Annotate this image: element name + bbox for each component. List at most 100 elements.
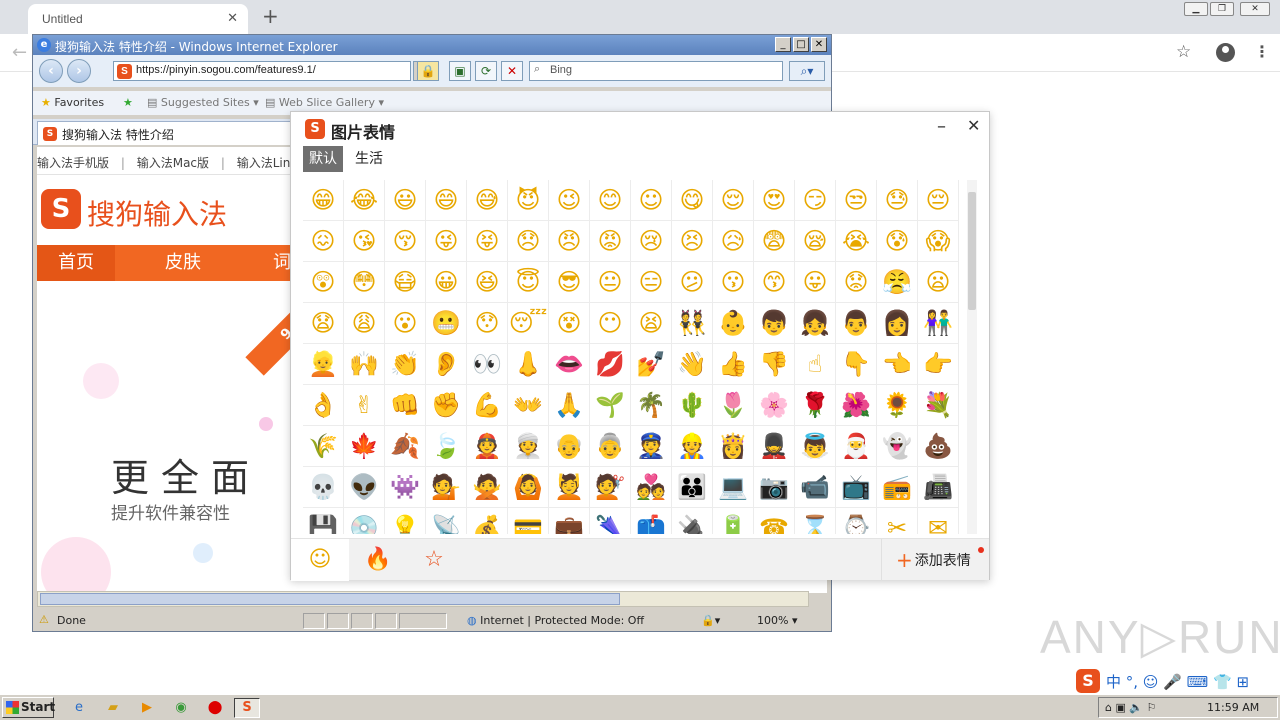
emoji-cell[interactable]: 👏 [385, 344, 426, 385]
emoji-cell[interactable]: 😲 [303, 262, 344, 303]
emoji-cell[interactable]: 👍 [713, 344, 754, 385]
emoji-cell[interactable]: 👪 [672, 467, 713, 508]
emoji-cell[interactable]: 😕 [672, 262, 713, 303]
emoji-cell[interactable]: 👄 [549, 344, 590, 385]
chrome-close-button[interactable]: ✕ [1240, 2, 1270, 16]
add-emoji-button[interactable]: + 添加表情 [881, 539, 989, 581]
emoji-cell[interactable]: 😚 [385, 221, 426, 262]
emoji-cell[interactable]: 💪 [467, 385, 508, 426]
emoji-cell[interactable]: 👸 [713, 426, 754, 467]
emoji-cell[interactable]: 😦 [918, 262, 959, 303]
emoji-cell[interactable]: 😤 [877, 262, 918, 303]
web-slice-gallery-link[interactable]: ▤ Web Slice Gallery ▾ [265, 96, 384, 109]
emoji-cell[interactable]: 📠 [918, 467, 959, 508]
emoji-cell[interactable]: 😰 [877, 221, 918, 262]
emoji-cell[interactable]: 💀 [303, 467, 344, 508]
emoji-cell[interactable]: 👾 [385, 467, 426, 508]
emoji-cell[interactable]: 😓 [877, 180, 918, 221]
emoji-cell[interactable]: ✌ [344, 385, 385, 426]
emoji-cell[interactable]: 💩 [918, 426, 959, 467]
emoji-cell[interactable]: 📺 [836, 467, 877, 508]
emoji-cell[interactable]: 🌾 [303, 426, 344, 467]
emoji-cell[interactable]: 😷 [385, 262, 426, 303]
emoji-cell[interactable]: 😙 [754, 262, 795, 303]
emoji-cell[interactable]: 💼 [549, 508, 590, 534]
emoji-cell[interactable]: 😟 [836, 262, 877, 303]
emoji-cell[interactable]: 👂 [426, 344, 467, 385]
ie-back-icon[interactable]: ‹ [39, 59, 63, 83]
emoji-cell[interactable]: 🙅 [467, 467, 508, 508]
emoji-cell[interactable]: 💿 [344, 508, 385, 534]
emoji-cell[interactable]: 💳 [508, 508, 549, 534]
nav-home-link[interactable]: 首页 [37, 245, 115, 281]
emoji-cell[interactable]: 👶 [713, 303, 754, 344]
emoji-cell[interactable]: 😳 [344, 262, 385, 303]
emoji-cell[interactable]: 😨 [754, 221, 795, 262]
emoji-cell[interactable]: 🌺 [836, 385, 877, 426]
emoji-cell[interactable]: 🌹 [795, 385, 836, 426]
emoji-cell[interactable]: 👇 [836, 344, 877, 385]
emoji-cell[interactable]: 😀 [426, 262, 467, 303]
emoji-cell[interactable]: ☎ [754, 508, 795, 534]
account-icon[interactable] [1216, 43, 1235, 62]
ie-minimize-button[interactable]: _ [775, 37, 791, 52]
emoji-cell[interactable]: 😈 [508, 180, 549, 221]
scrollbar-thumb[interactable] [40, 593, 620, 605]
emoji-cell[interactable]: 👊 [385, 385, 426, 426]
emoji-cell[interactable]: 👀 [467, 344, 508, 385]
emoji-cell[interactable]: 👳 [508, 426, 549, 467]
emoji-cell[interactable]: 😖 [303, 221, 344, 262]
explorer-folder-icon[interactable]: ▰ [100, 698, 126, 718]
emoji-cell[interactable]: 🍂 [385, 426, 426, 467]
emoji-cell[interactable]: 😍 [754, 180, 795, 221]
emoji-cell[interactable]: 💑 [631, 467, 672, 508]
ie-taskbar-icon[interactable]: e [66, 698, 92, 718]
emoji-cell[interactable]: 😗 [713, 262, 754, 303]
emoji-cell[interactable]: 😏 [795, 180, 836, 221]
emoji-cell[interactable]: 💅 [631, 344, 672, 385]
start-button[interactable]: Start [2, 697, 55, 718]
emoji-cell[interactable]: 😪 [795, 221, 836, 262]
emoji-cell[interactable]: 🎅 [836, 426, 877, 467]
add-favorite-icon[interactable]: ★ [123, 96, 133, 109]
horizontal-scrollbar[interactable] [37, 591, 809, 607]
emoji-cell[interactable]: 💾 [303, 508, 344, 534]
emoji-cell[interactable]: 😠 [549, 221, 590, 262]
emoji-cell[interactable]: 📡 [426, 508, 467, 534]
suggested-sites-link[interactable]: ▤ Suggested Sites ▾ [147, 96, 259, 109]
emoji-cell[interactable]: 👫 [918, 303, 959, 344]
chrome-minimize-button[interactable]: ▁ [1184, 2, 1208, 16]
emoji-cell[interactable]: 🍁 [344, 426, 385, 467]
smile-tab-icon[interactable]: ☺ [291, 539, 349, 581]
emoji-cell[interactable]: 💡 [385, 508, 426, 534]
emoji-cell[interactable]: 👐 [508, 385, 549, 426]
emoji-cell[interactable]: 👃 [508, 344, 549, 385]
sogou-ime-icon[interactable]: S [1076, 669, 1100, 693]
emoji-cell[interactable]: 🌴 [631, 385, 672, 426]
emoji-cell[interactable]: 😒 [836, 180, 877, 221]
emoji-cell[interactable]: 😘 [344, 221, 385, 262]
emoji-cell[interactable]: 🌂 [590, 508, 631, 534]
emoji-cell[interactable]: 💐 [918, 385, 959, 426]
emoji-cell[interactable]: 🌷 [713, 385, 754, 426]
emoji-cell[interactable]: 😧 [303, 303, 344, 344]
panel-minimize-button[interactable]: – [937, 116, 946, 137]
emoji-cell[interactable]: 👱 [303, 344, 344, 385]
ie-forward-icon[interactable]: › [67, 59, 91, 83]
compatibility-view-icon[interactable]: ▣ [449, 61, 471, 81]
emoji-cell[interactable]: 🙏 [549, 385, 590, 426]
category-tab-life[interactable]: 生活 [349, 146, 389, 172]
emoji-cell[interactable]: 👨 [836, 303, 877, 344]
emoji-cell[interactable]: 📷 [754, 467, 795, 508]
emoji-cell[interactable]: 👽 [344, 467, 385, 508]
emoji-cell[interactable]: ✊ [426, 385, 467, 426]
emoji-cell[interactable]: 💂 [754, 426, 795, 467]
panel-close-button[interactable]: ✕ [967, 116, 980, 135]
emoji-cell[interactable]: 👈 [877, 344, 918, 385]
emoji-cell[interactable]: 😁 [303, 180, 344, 221]
emoji-cell[interactable]: 😎 [549, 262, 590, 303]
emoji-cell[interactable]: 😅 [467, 180, 508, 221]
emoji-cell[interactable]: 😆 [467, 262, 508, 303]
emoji-cell[interactable]: 😴 [508, 303, 549, 344]
chrome-restore-button[interactable]: ❐ [1210, 2, 1234, 16]
